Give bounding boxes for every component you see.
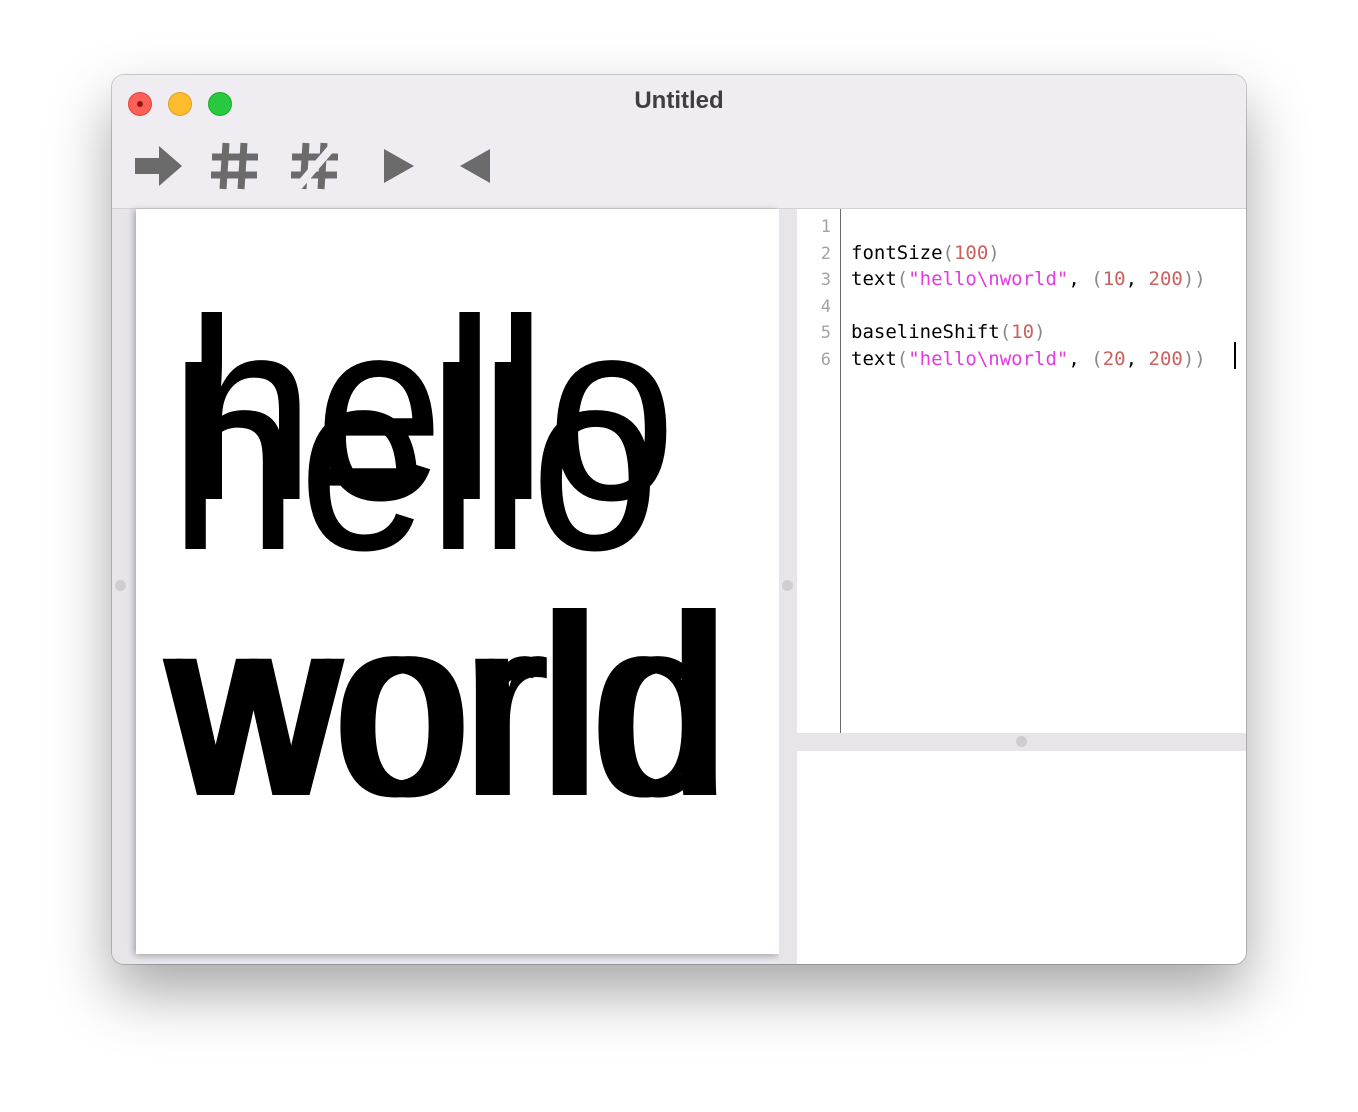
line-number: 4: [820, 296, 831, 317]
line-number: 3: [820, 270, 831, 290]
app-window: Untitled hello world hello world 1 2 3 4…: [112, 75, 1246, 964]
code-token: "hello\nworld": [908, 268, 1069, 290]
canvas-text-line: world: [176, 563, 732, 851]
code-editor[interactable]: 123456 fontSize(100) text("hello\nworld",…: [797, 209, 1246, 733]
code-token: 10: [1011, 321, 1035, 343]
triangle-right-icon: [384, 149, 414, 183]
code-token: 100: [953, 241, 989, 264]
line-number: 2: [820, 243, 831, 264]
run-button[interactable]: [132, 139, 186, 193]
canvas-text-line: hello: [186, 267, 677, 555]
code-token: ,: [1068, 347, 1092, 370]
code-token: (: [896, 347, 909, 370]
code-line[interactable]: fontSize(100): [851, 242, 1000, 264]
hash-icon: [211, 142, 258, 190]
editor-output-splitter[interactable]: [797, 733, 1246, 751]
code-token: (: [896, 268, 909, 290]
dedent-button[interactable]: [448, 139, 502, 193]
code-token: 200: [1148, 347, 1183, 370]
splitter-grip: [1016, 736, 1027, 747]
code-token: (: [1091, 347, 1103, 370]
window-title: Untitled: [634, 87, 724, 114]
code-line[interactable]: text("hello\nworld", (10, 200)): [851, 268, 1206, 290]
code-token: ,: [1068, 268, 1092, 290]
output-console[interactable]: [797, 751, 1246, 964]
code-token: 20: [1102, 347, 1126, 370]
code-token: ,: [1125, 268, 1149, 290]
main-splitter[interactable]: [779, 209, 797, 964]
code-token: "hello\nworld": [908, 347, 1069, 370]
canvas-drawing: hello world hello world: [162, 267, 732, 851]
text-cursor: [1234, 342, 1236, 369]
line-number-gutter: 1 2 3 4 5 6: [797, 209, 841, 733]
line-number: 6: [820, 349, 831, 370]
title-bar: Untitled: [112, 75, 1246, 209]
uncomment-button[interactable]: [288, 139, 342, 193]
splitter-grip: [782, 580, 793, 591]
code-token: 200: [1148, 268, 1183, 290]
hash-crossed-icon: [291, 142, 338, 190]
code-token: text: [851, 268, 897, 290]
code-token: (: [999, 321, 1012, 343]
drawing-canvas: hello world hello world: [136, 209, 779, 954]
line-number: 1: [820, 217, 831, 237]
indent-button[interactable]: [372, 139, 426, 193]
code-token: )): [1182, 268, 1206, 290]
triangle-left-icon: [460, 149, 490, 183]
code-token: text: [851, 347, 897, 370]
code-token: ): [988, 241, 1000, 264]
code-token: )): [1182, 347, 1206, 370]
line-number: 5: [820, 323, 831, 343]
comment-button[interactable]: [208, 139, 262, 193]
code-token: fontSize: [851, 241, 943, 264]
code-token: baselineShift: [851, 321, 1000, 343]
code-line[interactable]: baselineShift(10): [851, 321, 1046, 343]
code-line[interactable]: text("hello\nworld", (20, 200)): [851, 348, 1206, 370]
arrow-right-icon: [135, 146, 182, 186]
code-token: ): [1034, 321, 1046, 343]
code-token: (: [1091, 268, 1103, 290]
code-token: ,: [1125, 347, 1149, 370]
splitter-grip: [115, 580, 126, 591]
code-token: (: [942, 241, 954, 264]
code-token: 10: [1102, 268, 1126, 290]
canvas-left-splitter[interactable]: [112, 209, 136, 964]
